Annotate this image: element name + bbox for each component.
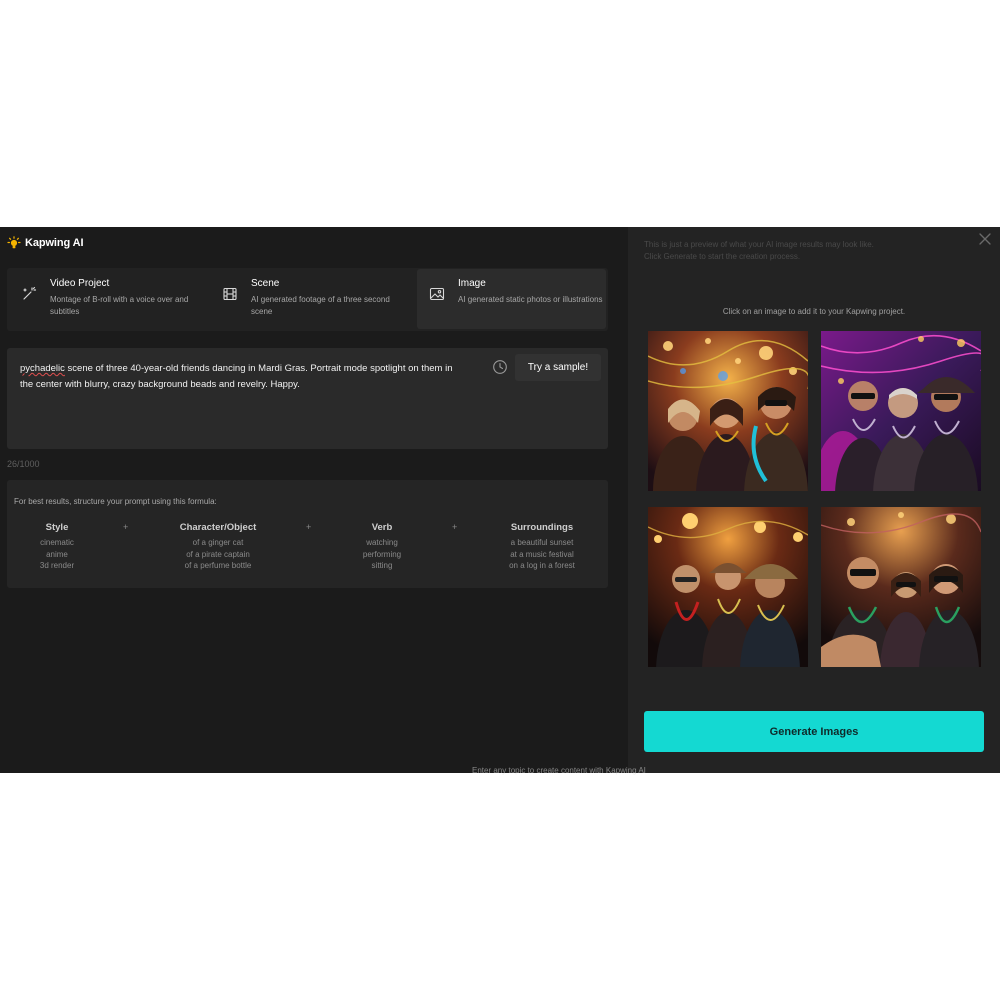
mode-scene[interactable]: Scene AI generated footage of a three se… xyxy=(210,269,410,329)
mode-title: Scene xyxy=(251,278,280,289)
click-image-hint: Click on an image to add it to your Kapw… xyxy=(722,307,906,316)
footer-hint-text: Enter any topic to create content with K… xyxy=(472,766,646,775)
prompt-panel: Kapwing AI Video Project Montage of B-ro… xyxy=(0,227,628,773)
formula-example: of a perfume bottle xyxy=(184,561,252,570)
image-icon xyxy=(429,287,445,301)
prompt-formula-guide: For best results, structure your prompt … xyxy=(7,480,608,588)
film-icon xyxy=(223,287,237,301)
prompt-text-rest: scene of three 40-year-old friends danci… xyxy=(20,363,453,390)
kapwing-ai-dialog: Kapwing AI Video Project Montage of B-ro… xyxy=(0,227,1000,773)
formula-column-verb: Verb watching performing sitting xyxy=(342,522,422,572)
formula-example: performing xyxy=(362,549,402,559)
brand-name: Kapwing AI xyxy=(25,237,84,249)
formula-column-surroundings: Surroundings a beautiful sunset at a mus… xyxy=(487,522,597,572)
plus-sign: + xyxy=(123,522,129,532)
preview-note: This is just a preview of what your AI i… xyxy=(644,240,874,261)
mode-image[interactable]: Image AI generated static photos or illu… xyxy=(417,269,606,329)
plus-sign: + xyxy=(306,522,312,532)
formula-example: anime xyxy=(46,549,68,559)
formula-example: of a ginger cat xyxy=(192,538,244,547)
formula-heading: Verb xyxy=(371,522,393,533)
formula-example: at a music festival xyxy=(510,549,574,559)
mode-description: Montage of B-roll with a voice over and … xyxy=(50,295,189,316)
preview-image-1[interactable] xyxy=(648,331,808,491)
formula-column-character: Character/Object of a ginger cat of a pi… xyxy=(153,522,283,572)
preview-image-2[interactable] xyxy=(821,331,981,491)
history-clock-icon[interactable] xyxy=(492,359,508,375)
misspelled-word: pychadelic xyxy=(20,363,65,374)
formula-heading: Surroundings xyxy=(510,522,574,533)
mode-title: Video Project xyxy=(50,278,110,289)
magic-wand-icon xyxy=(23,286,37,300)
mode-selector: Video Project Montage of B-roll with a v… xyxy=(7,268,608,331)
formula-example: sitting xyxy=(371,561,393,570)
formula-heading: Style xyxy=(45,522,69,533)
try-sample-button[interactable]: Try a sample! xyxy=(515,354,601,381)
formula-heading: Character/Object xyxy=(179,522,257,533)
formula-example: on a log in a forest xyxy=(509,561,575,570)
prompt-input[interactable]: pychadelic scene of three 40-year-old fr… xyxy=(7,348,608,449)
lightbulb-logo-icon xyxy=(7,236,21,249)
mode-title: Image xyxy=(458,278,486,289)
mode-description: AI generated footage of a three second s… xyxy=(251,295,390,316)
mode-description: AI generated static photos or illustrati… xyxy=(458,295,603,304)
preview-image-4[interactable] xyxy=(821,507,981,667)
formula-intro: For best results, structure your prompt … xyxy=(14,497,217,506)
formula-column-style: Style cinematic anime 3d render xyxy=(7,522,107,572)
mode-video-project[interactable]: Video Project Montage of B-roll with a v… xyxy=(9,269,205,329)
generate-images-button[interactable]: Generate Images xyxy=(644,711,984,752)
formula-example: cinematic xyxy=(40,538,74,547)
prompt-text[interactable]: pychadelic scene of three 40-year-old fr… xyxy=(20,361,465,393)
brand: Kapwing AI xyxy=(7,236,84,250)
preview-panel: This is just a preview of what your AI i… xyxy=(628,227,1000,773)
formula-example: a beautiful sunset xyxy=(510,538,574,547)
preview-image-3[interactable] xyxy=(648,507,808,667)
character-counter: 26/1000 xyxy=(7,459,40,469)
close-icon[interactable] xyxy=(978,232,992,246)
formula-example: of a pirate captain xyxy=(186,549,250,559)
formula-example: watching xyxy=(366,538,398,547)
formula-example: 3d render xyxy=(39,561,75,570)
plus-sign: + xyxy=(452,522,458,532)
